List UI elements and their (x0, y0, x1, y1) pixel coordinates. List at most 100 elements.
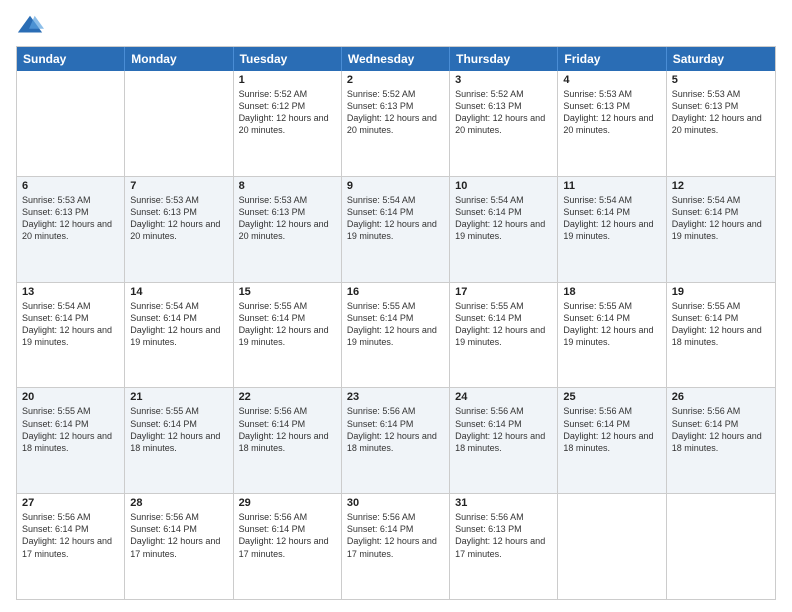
calendar-cell: 27 Sunrise: 5:56 AM Sunset: 6:14 PM Dayli… (17, 494, 125, 599)
calendar-cell: 18 Sunrise: 5:55 AM Sunset: 6:14 PM Dayli… (558, 283, 666, 388)
day-number: 31 (455, 497, 552, 509)
weekday-header-tuesday: Tuesday (234, 47, 342, 71)
cell-sun-info: Sunrise: 5:55 AM Sunset: 6:14 PM Dayligh… (239, 300, 336, 349)
calendar-cell: 6 Sunrise: 5:53 AM Sunset: 6:13 PM Daylig… (17, 177, 125, 282)
day-number: 6 (22, 180, 119, 192)
calendar-cell (17, 71, 125, 176)
calendar-body: 1 Sunrise: 5:52 AM Sunset: 6:12 PM Daylig… (17, 71, 775, 599)
cell-sun-info: Sunrise: 5:54 AM Sunset: 6:14 PM Dayligh… (130, 300, 227, 349)
day-number: 13 (22, 286, 119, 298)
calendar-row-1: 6 Sunrise: 5:53 AM Sunset: 6:13 PM Daylig… (17, 176, 775, 282)
weekday-header-saturday: Saturday (667, 47, 775, 71)
calendar-cell: 20Sunrise: 5:55 AM Sunset: 6:14 PM Dayli… (17, 388, 125, 493)
calendar-cell: 28 Sunrise: 5:56 AM Sunset: 6:14 PM Dayli… (125, 494, 233, 599)
cell-sun-info: Sunrise: 5:54 AM Sunset: 6:14 PM Dayligh… (563, 194, 660, 243)
weekday-header-monday: Monday (125, 47, 233, 71)
day-number: 28 (130, 497, 227, 509)
calendar-cell: 31 Sunrise: 5:56 AM Sunset: 6:13 PM Dayli… (450, 494, 558, 599)
cell-sun-info: Sunrise: 5:56 AM Sunset: 6:14 PM Dayligh… (347, 405, 444, 454)
day-number: 10 (455, 180, 552, 192)
calendar-cell: 25Sunrise: 5:56 AM Sunset: 6:14 PM Dayli… (558, 388, 666, 493)
page: SundayMondayTuesdayWednesdayThursdayFrid… (0, 0, 792, 612)
day-number: 7 (130, 180, 227, 192)
calendar-cell: 1 Sunrise: 5:52 AM Sunset: 6:12 PM Daylig… (234, 71, 342, 176)
calendar-row-3: 20Sunrise: 5:55 AM Sunset: 6:14 PM Dayli… (17, 387, 775, 493)
weekday-header-sunday: Sunday (17, 47, 125, 71)
logo-icon (16, 12, 44, 40)
calendar-cell: 15 Sunrise: 5:55 AM Sunset: 6:14 PM Dayli… (234, 283, 342, 388)
cell-sun-info: Sunrise: 5:54 AM Sunset: 6:14 PM Dayligh… (22, 300, 119, 349)
day-number: 18 (563, 286, 660, 298)
day-number: 19 (672, 286, 770, 298)
calendar-cell: 17 Sunrise: 5:55 AM Sunset: 6:14 PM Dayli… (450, 283, 558, 388)
calendar-cell: 5 Sunrise: 5:53 AM Sunset: 6:13 PM Daylig… (667, 71, 775, 176)
day-number: 23 (347, 391, 444, 403)
day-number: 29 (239, 497, 336, 509)
cell-sun-info: Sunrise: 5:56 AM Sunset: 6:14 PM Dayligh… (672, 405, 770, 454)
day-number: 3 (455, 74, 552, 86)
cell-sun-info: Sunrise: 5:54 AM Sunset: 6:14 PM Dayligh… (455, 194, 552, 243)
calendar-cell: 14 Sunrise: 5:54 AM Sunset: 6:14 PM Dayli… (125, 283, 233, 388)
calendar-cell: 7 Sunrise: 5:53 AM Sunset: 6:13 PM Daylig… (125, 177, 233, 282)
day-number: 24 (455, 391, 552, 403)
calendar-cell: 3 Sunrise: 5:52 AM Sunset: 6:13 PM Daylig… (450, 71, 558, 176)
day-number: 16 (347, 286, 444, 298)
day-number: 4 (563, 74, 660, 86)
cell-sun-info: Sunrise: 5:56 AM Sunset: 6:14 PM Dayligh… (130, 511, 227, 560)
cell-sun-info: Sunrise: 5:55 AM Sunset: 6:14 PM Dayligh… (130, 405, 227, 454)
day-number: 11 (563, 180, 660, 192)
day-number: 1 (239, 74, 336, 86)
cell-sun-info: Sunrise: 5:56 AM Sunset: 6:13 PM Dayligh… (455, 511, 552, 560)
cell-sun-info: Sunrise: 5:53 AM Sunset: 6:13 PM Dayligh… (239, 194, 336, 243)
day-number: 2 (347, 74, 444, 86)
calendar-cell (558, 494, 666, 599)
cell-sun-info: Sunrise: 5:53 AM Sunset: 6:13 PM Dayligh… (130, 194, 227, 243)
day-number: 21 (130, 391, 227, 403)
cell-sun-info: Sunrise: 5:53 AM Sunset: 6:13 PM Dayligh… (672, 88, 770, 137)
day-number: 12 (672, 180, 770, 192)
calendar-cell: 11 Sunrise: 5:54 AM Sunset: 6:14 PM Dayli… (558, 177, 666, 282)
calendar-cell: 16 Sunrise: 5:55 AM Sunset: 6:14 PM Dayli… (342, 283, 450, 388)
day-number: 5 (672, 74, 770, 86)
cell-sun-info: Sunrise: 5:55 AM Sunset: 6:14 PM Dayligh… (455, 300, 552, 349)
calendar-cell: 19 Sunrise: 5:55 AM Sunset: 6:14 PM Dayli… (667, 283, 775, 388)
cell-sun-info: Sunrise: 5:52 AM Sunset: 6:13 PM Dayligh… (455, 88, 552, 137)
cell-sun-info: Sunrise: 5:56 AM Sunset: 6:14 PM Dayligh… (239, 405, 336, 454)
calendar-cell: 13 Sunrise: 5:54 AM Sunset: 6:14 PM Dayli… (17, 283, 125, 388)
weekday-header-wednesday: Wednesday (342, 47, 450, 71)
calendar-row-2: 13 Sunrise: 5:54 AM Sunset: 6:14 PM Dayli… (17, 282, 775, 388)
cell-sun-info: Sunrise: 5:52 AM Sunset: 6:12 PM Dayligh… (239, 88, 336, 137)
cell-sun-info: Sunrise: 5:56 AM Sunset: 6:14 PM Dayligh… (22, 511, 119, 560)
calendar-header: SundayMondayTuesdayWednesdayThursdayFrid… (17, 47, 775, 71)
cell-sun-info: Sunrise: 5:55 AM Sunset: 6:14 PM Dayligh… (347, 300, 444, 349)
weekday-header-thursday: Thursday (450, 47, 558, 71)
calendar-cell: 4 Sunrise: 5:53 AM Sunset: 6:13 PM Daylig… (558, 71, 666, 176)
day-number: 25 (563, 391, 660, 403)
day-number: 15 (239, 286, 336, 298)
cell-sun-info: Sunrise: 5:54 AM Sunset: 6:14 PM Dayligh… (347, 194, 444, 243)
header (16, 12, 776, 40)
day-number: 9 (347, 180, 444, 192)
cell-sun-info: Sunrise: 5:55 AM Sunset: 6:14 PM Dayligh… (563, 300, 660, 349)
cell-sun-info: Sunrise: 5:56 AM Sunset: 6:14 PM Dayligh… (455, 405, 552, 454)
day-number: 14 (130, 286, 227, 298)
calendar-cell: 23 Sunrise: 5:56 AM Sunset: 6:14 PM Dayli… (342, 388, 450, 493)
calendar-cell: 30Sunrise: 5:56 AM Sunset: 6:14 PM Dayli… (342, 494, 450, 599)
cell-sun-info: Sunrise: 5:55 AM Sunset: 6:14 PM Dayligh… (672, 300, 770, 349)
calendar-cell: 22Sunrise: 5:56 AM Sunset: 6:14 PM Dayli… (234, 388, 342, 493)
calendar-row-4: 27 Sunrise: 5:56 AM Sunset: 6:14 PM Dayli… (17, 493, 775, 599)
cell-sun-info: Sunrise: 5:53 AM Sunset: 6:13 PM Dayligh… (563, 88, 660, 137)
calendar-cell: 21 Sunrise: 5:55 AM Sunset: 6:14 PM Dayli… (125, 388, 233, 493)
cell-sun-info: Sunrise: 5:53 AM Sunset: 6:13 PM Dayligh… (22, 194, 119, 243)
day-number: 27 (22, 497, 119, 509)
calendar-cell (125, 71, 233, 176)
cell-sun-info: Sunrise: 5:55 AM Sunset: 6:14 PM Dayligh… (22, 405, 119, 454)
weekday-header-friday: Friday (558, 47, 666, 71)
calendar-cell: 9 Sunrise: 5:54 AM Sunset: 6:14 PM Daylig… (342, 177, 450, 282)
calendar: SundayMondayTuesdayWednesdayThursdayFrid… (16, 46, 776, 600)
day-number: 17 (455, 286, 552, 298)
day-number: 26 (672, 391, 770, 403)
calendar-cell (667, 494, 775, 599)
calendar-cell: 10 Sunrise: 5:54 AM Sunset: 6:14 PM Dayli… (450, 177, 558, 282)
logo (16, 12, 48, 40)
